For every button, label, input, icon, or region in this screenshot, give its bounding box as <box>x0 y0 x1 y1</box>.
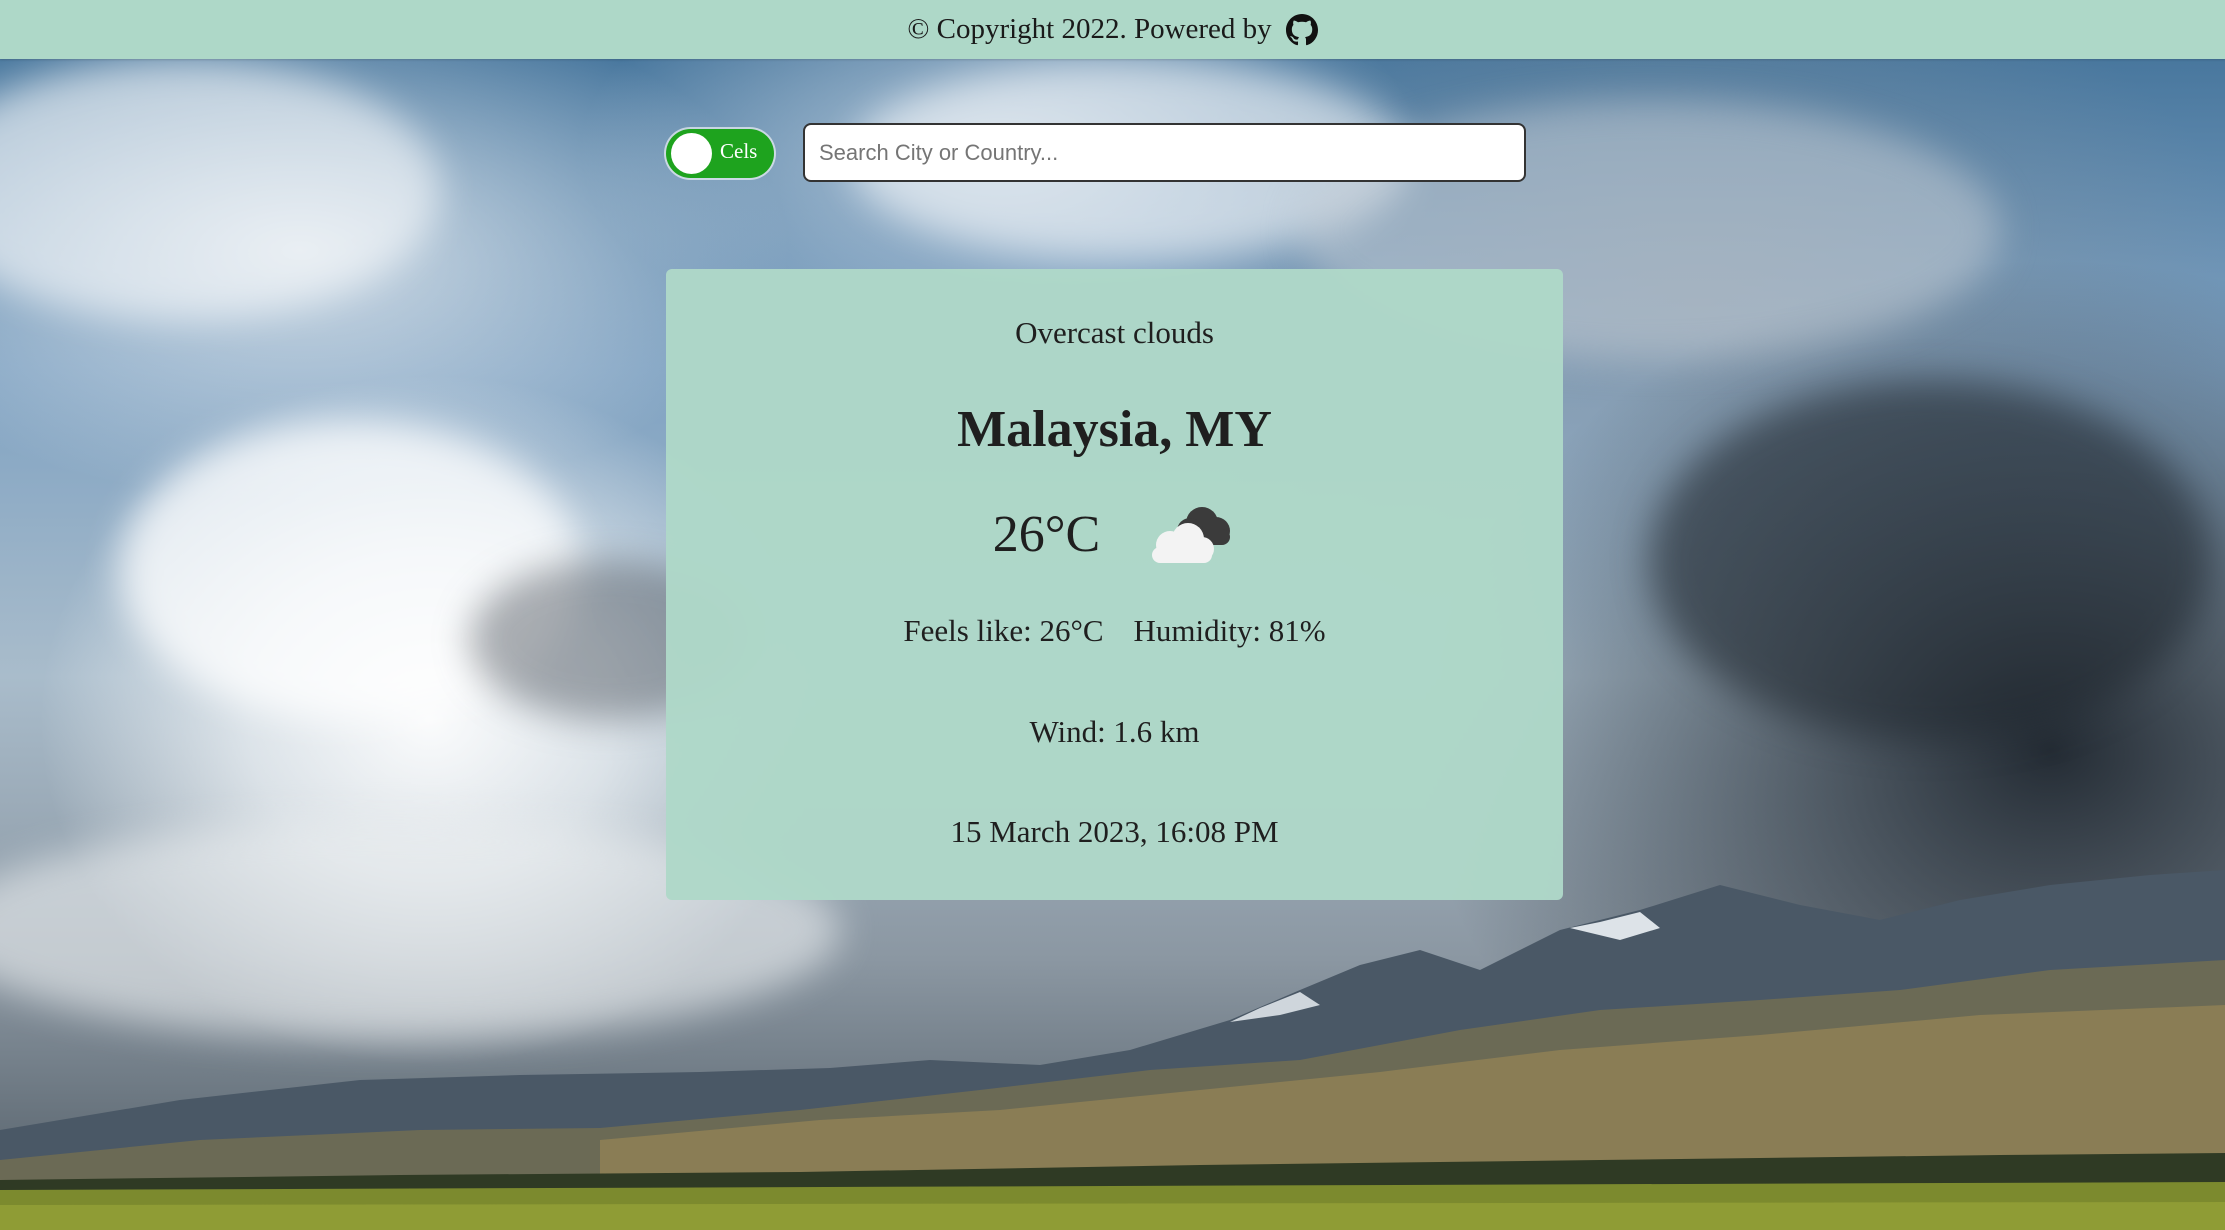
github-icon[interactable] <box>1285 13 1318 46</box>
feels-humidity-row: Feels like: 26°C Humidity: 81% <box>666 613 1563 649</box>
feels-like-text: Feels like: 26°C <box>903 613 1104 648</box>
search-input[interactable] <box>803 123 1526 182</box>
unit-toggle[interactable]: Cels <box>666 129 774 178</box>
unit-toggle-label: Cels <box>720 139 758 163</box>
temperature-row: 26°C <box>666 499 1563 569</box>
weather-description: Overcast clouds <box>1015 315 1214 350</box>
location-title: Malaysia, MY <box>957 401 1272 458</box>
humidity-text: Humidity: 81% <box>1133 613 1326 648</box>
toggle-knob <box>671 133 712 174</box>
footer-bar: © Copyright 2022. Powered by <box>0 0 2225 59</box>
datetime-text: 15 March 2023, 16:08 PM <box>950 814 1279 849</box>
copyright-text: © Copyright 2022. Powered by <box>907 13 1272 45</box>
weather-card: Overcast clouds Malaysia, MY 26°C Feels … <box>666 269 1563 900</box>
temperature-value: 26°C <box>992 505 1101 563</box>
wind-text: Wind: 1.6 km <box>1029 714 1200 749</box>
overcast-clouds-icon <box>1152 507 1231 563</box>
